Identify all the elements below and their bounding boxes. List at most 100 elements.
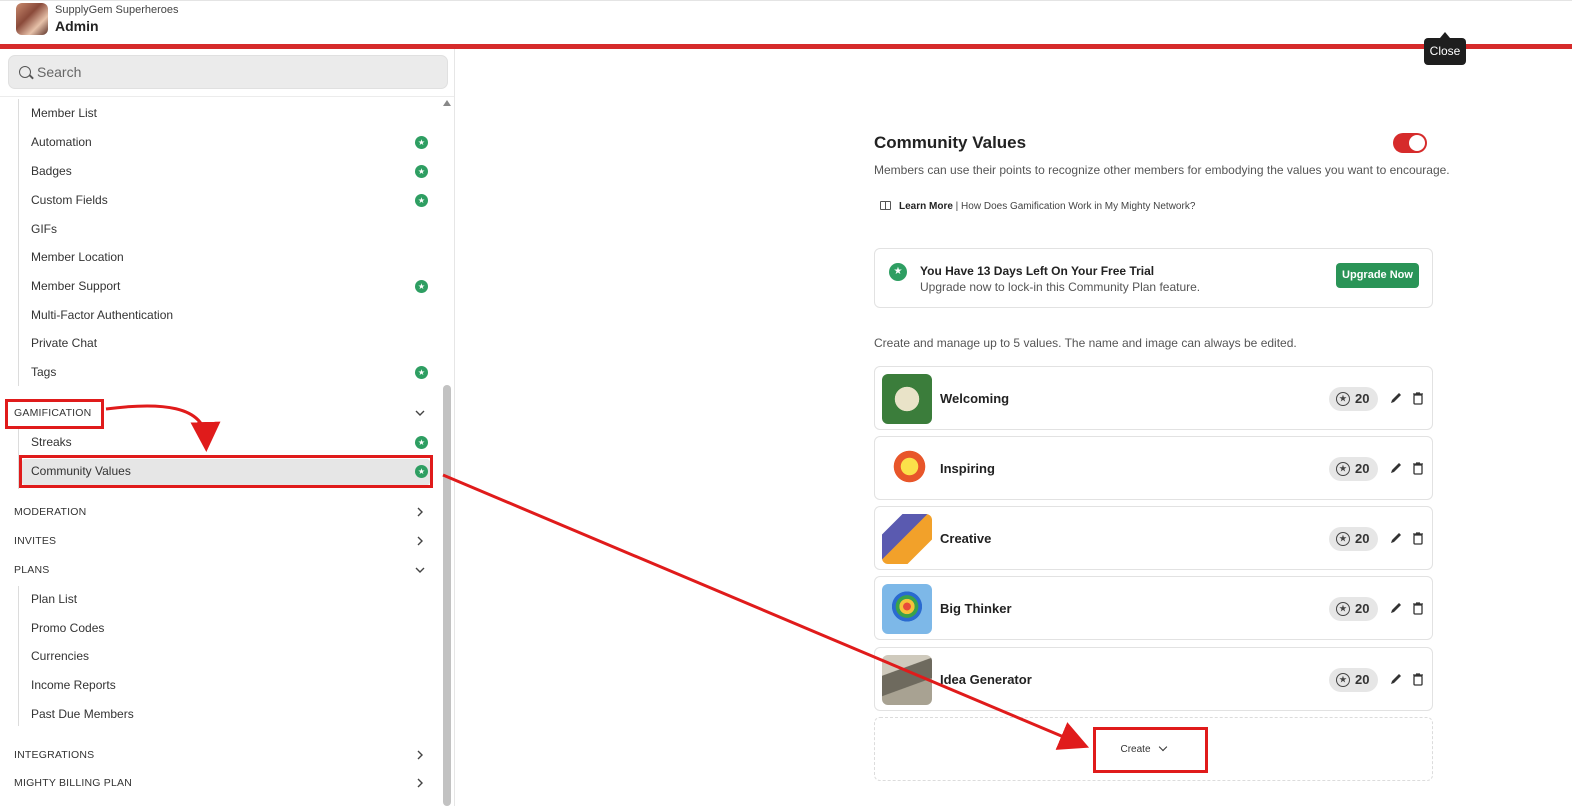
star-badge-icon: ★ [889, 263, 907, 281]
sidebar-item-community-values[interactable]: Community Values [31, 459, 131, 483]
sidebar-item-currencies[interactable]: Currencies [31, 644, 89, 668]
points-star-icon: ★ [1336, 602, 1350, 616]
value-row[interactable]: Idea Generator ★ 20 [874, 647, 1433, 711]
nav-indent-line [18, 586, 19, 726]
role-label: Admin [55, 18, 99, 34]
star-badge-icon: ★ [415, 436, 428, 449]
star-badge-icon: ★ [415, 280, 428, 293]
sidebar-item-tags[interactable]: Tags [31, 360, 56, 384]
learn-more-link[interactable]: Learn More | How Does Gamification Work … [880, 201, 1195, 212]
star-badge-icon: ★ [415, 165, 428, 178]
page-title: Community Values [874, 133, 1027, 152]
sidebar-item-member-list[interactable]: Member List [31, 101, 97, 125]
points-badge: ★ 20 [1329, 668, 1378, 692]
star-badge-icon: ★ [415, 194, 428, 207]
burst-image [882, 444, 932, 494]
section-billing-plan[interactable]: MIGHTY BILLING PLAN [14, 773, 132, 793]
value-name: Idea Generator [940, 672, 1032, 687]
create-label: Create [1120, 744, 1151, 755]
chevron-right-icon[interactable] [414, 777, 426, 789]
coffee-cup-image [882, 374, 932, 424]
sidebar-item-custom-fields[interactable]: Custom Fields [31, 188, 108, 212]
points-value: 20 [1355, 531, 1370, 546]
create-button[interactable]: Create [1097, 740, 1189, 760]
main-content: Community Values Members can use their p… [456, 49, 1572, 806]
toggle-knob [1409, 135, 1425, 151]
value-row[interactable]: Inspiring ★ 20 [874, 436, 1433, 500]
star-badge-icon: ★ [415, 366, 428, 379]
divider [0, 96, 454, 97]
org-avatar[interactable] [16, 3, 48, 35]
upgrade-now-button[interactable]: Upgrade Now [1336, 263, 1419, 288]
sidebar-item-plan-list[interactable]: Plan List [31, 587, 77, 611]
value-name: Creative [940, 531, 992, 546]
trash-icon[interactable] [1412, 601, 1424, 615]
page-description: Members can use their points to recogniz… [874, 163, 1450, 177]
chevron-down-icon[interactable] [414, 564, 426, 576]
org-name: SupplyGem Superheroes [55, 4, 179, 16]
nav-indent-line [18, 429, 19, 489]
sidebar-item-past-due-members[interactable]: Past Due Members [31, 702, 134, 726]
pencil-icon[interactable] [1389, 601, 1403, 615]
sidebar-scrollbar[interactable] [443, 385, 451, 806]
sidebar-item-mfa[interactable]: Multi-Factor Authentication [31, 303, 173, 327]
sidebar-item-member-location[interactable]: Member Location [31, 245, 124, 269]
chevron-down-icon[interactable] [414, 407, 426, 419]
search-input[interactable] [37, 56, 437, 88]
trash-icon[interactable] [1412, 391, 1424, 405]
trash-icon[interactable] [1412, 531, 1424, 545]
trial-banner: ★ You Have 13 Days Left On Your Free Tri… [874, 248, 1433, 308]
search-box[interactable] [8, 55, 448, 89]
create-value-area: Create [874, 717, 1433, 781]
points-badge: ★ 20 [1329, 527, 1378, 551]
pencil-icon[interactable] [1389, 672, 1403, 686]
pencil-icon[interactable] [1389, 461, 1403, 475]
section-integrations[interactable]: INTEGRATIONS [14, 745, 94, 765]
sidebar-item-private-chat[interactable]: Private Chat [31, 331, 97, 355]
chevron-right-icon[interactable] [414, 506, 426, 518]
points-star-icon: ★ [1336, 673, 1350, 687]
book-icon [880, 201, 891, 210]
chevron-right-icon[interactable] [414, 535, 426, 547]
points-value: 20 [1355, 601, 1370, 616]
sidebar-item-member-support[interactable]: Member Support [31, 274, 120, 298]
scroll-up-arrow[interactable] [443, 100, 451, 106]
nav-indent-line [18, 99, 19, 386]
points-star-icon: ★ [1336, 532, 1350, 546]
sidebar-item-gifs[interactable]: GIFs [31, 217, 57, 241]
learn-more-bold[interactable]: Learn More [899, 201, 953, 212]
value-row[interactable]: Big Thinker ★ 20 [874, 576, 1433, 640]
sidebar-item-badges[interactable]: Badges [31, 159, 72, 183]
sidebar-item-streaks[interactable]: Streaks [31, 430, 72, 454]
creative-image [882, 514, 932, 564]
chevron-right-icon[interactable] [414, 749, 426, 761]
pencil-icon[interactable] [1389, 531, 1403, 545]
section-plans[interactable]: PLANS [14, 560, 49, 580]
points-badge: ★ 20 [1329, 457, 1378, 481]
section-invites[interactable]: INVITES [14, 531, 56, 551]
points-star-icon: ★ [1336, 392, 1350, 406]
value-name: Welcoming [940, 391, 1010, 406]
trial-title: You Have 13 Days Left On Your Free Trial [920, 264, 1155, 278]
admin-sidebar: Member List Automation ★ Badges ★ Custom… [0, 49, 455, 806]
idea-generator-image [882, 655, 932, 705]
sidebar-item-income-reports[interactable]: Income Reports [31, 673, 116, 697]
star-badge-icon: ★ [415, 136, 428, 149]
sidebar-item-promo-codes[interactable]: Promo Codes [31, 616, 104, 640]
section-gamification[interactable]: GAMIFICATION [14, 403, 91, 423]
value-row[interactable]: Welcoming ★ 20 [874, 366, 1433, 430]
trash-icon[interactable] [1412, 672, 1424, 686]
section-moderation[interactable]: MODERATION [14, 502, 86, 522]
value-row[interactable]: Creative ★ 20 [874, 506, 1433, 570]
sidebar-item-automation[interactable]: Automation [31, 130, 92, 154]
trash-icon[interactable] [1412, 461, 1424, 475]
search-icon [19, 66, 31, 78]
app-header: SupplyGem Superheroes Admin [0, 0, 1572, 44]
manage-values-hint: Create and manage up to 5 values. The na… [874, 336, 1297, 350]
community-values-toggle[interactable] [1393, 133, 1427, 153]
points-value: 20 [1355, 461, 1370, 476]
learn-more-text[interactable]: | How Does Gamification Work in My Might… [953, 201, 1196, 212]
pencil-icon[interactable] [1389, 391, 1403, 405]
value-name: Big Thinker [940, 601, 1012, 616]
points-badge: ★ 20 [1329, 597, 1378, 621]
